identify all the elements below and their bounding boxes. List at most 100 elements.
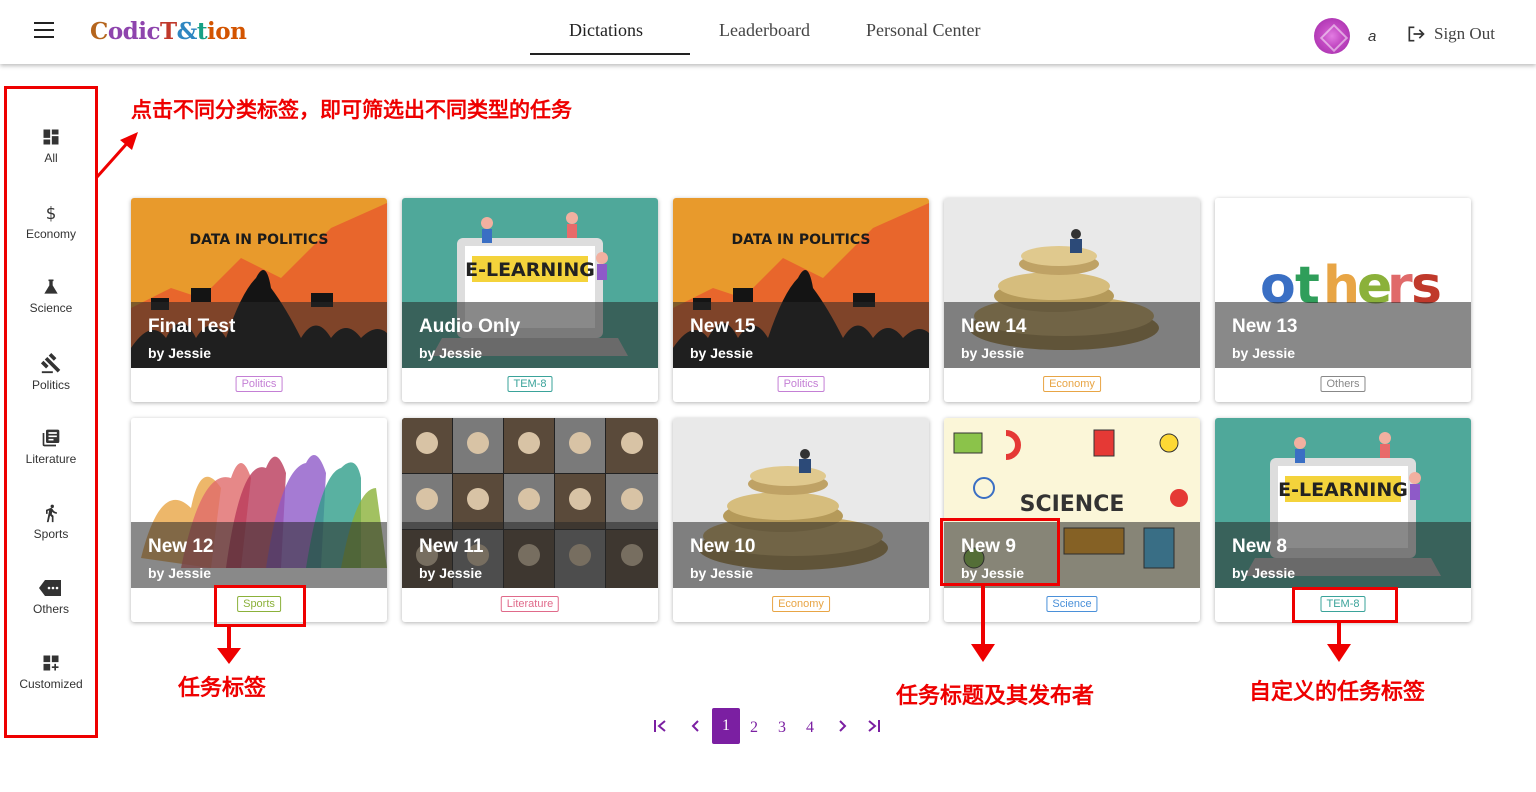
annotation-task-tag: 任务标签: [178, 676, 267, 701]
dashboard-add-icon: [43, 655, 59, 671]
card-tag[interactable]: Others: [1320, 376, 1366, 392]
sidebar-item-literature[interactable]: Literature: [7, 428, 95, 466]
sidebar-item-science[interactable]: Science: [7, 277, 95, 315]
annotation-box-title: [940, 518, 1060, 586]
card-author: by Jessie: [1232, 565, 1296, 581]
flask-icon: [44, 279, 58, 294]
annotation-arrow-down: [971, 586, 995, 662]
sidebar-item-sports[interactable]: Sports: [7, 503, 95, 541]
sidebar-item-economy[interactable]: $ Economy: [7, 203, 95, 241]
dashboard-icon: [43, 129, 59, 145]
sidebar-item-all[interactable]: All: [7, 127, 95, 165]
card-author: by Jessie: [419, 345, 483, 361]
logo-part: &: [176, 18, 198, 45]
app-logo[interactable]: CodicT&tion: [90, 18, 247, 45]
sign-out-label: Sign Out: [1434, 24, 1495, 43]
tab-dictations[interactable]: Dictations: [569, 20, 643, 41]
sidebar-item-label: Sports: [33, 527, 69, 541]
logo-part: ion: [207, 18, 247, 45]
sign-out-button[interactable]: Sign Out: [1406, 24, 1495, 44]
svg-text:DATA IN POLITICS: DATA IN POLITICS: [731, 232, 870, 248]
dictation-card[interactable]: New 10 by Jessie Economy: [673, 418, 929, 622]
annotation-custom-tag: 自定义的任务标签: [1249, 680, 1426, 705]
annotation-arrow-down: [217, 626, 241, 664]
card-title: Final Test: [148, 316, 236, 337]
card-tag[interactable]: Economy: [1043, 376, 1101, 392]
page-2-button[interactable]: 2: [746, 710, 762, 746]
svg-text:DATA IN POLITICS: DATA IN POLITICS: [189, 232, 328, 248]
annotation-filter-hint: 点击不同分类标签，即可筛选出不同类型的任务: [131, 98, 572, 122]
active-tab-indicator: [530, 53, 690, 55]
sidebar-item-label: Customized: [19, 677, 83, 691]
tab-personal-center[interactable]: Personal Center: [866, 20, 980, 41]
sidebar-item-customized[interactable]: Customized: [7, 653, 95, 691]
chevron-right-icon[interactable]: [834, 718, 850, 734]
page-1-button[interactable]: 1: [712, 708, 740, 744]
run-icon: [46, 504, 57, 523]
card-title: New 8: [1232, 536, 1287, 557]
card-author: by Jessie: [690, 345, 754, 361]
logo-part: T: [159, 18, 177, 45]
chevron-left-icon[interactable]: [688, 718, 704, 734]
sidebar-item-label: Politics: [31, 378, 70, 392]
card-title: New 11: [419, 536, 484, 557]
dictation-card[interactable]: o t h e r s New 13 by Jessie Others: [1215, 198, 1471, 402]
menu-icon[interactable]: [34, 22, 54, 38]
first-page-icon[interactable]: [652, 718, 668, 734]
card-tag[interactable]: Politics: [777, 376, 825, 392]
card-author: by Jessie: [1232, 345, 1296, 361]
svg-text:SCIENCE: SCIENCE: [1020, 492, 1125, 517]
annotation-arrow-up: [95, 132, 138, 178]
top-app-bar: CodicT&tion Dictations Leaderboard Perso…: [0, 0, 1536, 64]
card-title: New 13: [1232, 316, 1298, 337]
gavel-icon: [40, 353, 61, 374]
page-4-button[interactable]: 4: [802, 710, 818, 746]
card-title: New 12: [148, 536, 214, 557]
logo-part: C: [90, 18, 108, 45]
dictation-card[interactable]: New 11 by Jessie Literature: [402, 418, 658, 622]
sidebar-item-politics[interactable]: Politics: [7, 352, 95, 392]
sidebar-item-label: Economy: [25, 227, 77, 241]
svg-text:$: $: [46, 204, 57, 223]
sidebar-item-label: Science: [29, 301, 73, 315]
card-author: by Jessie: [690, 565, 754, 581]
card-tag[interactable]: Science: [1046, 596, 1098, 612]
card-tag[interactable]: Politics: [235, 376, 283, 392]
avatar[interactable]: [1314, 18, 1350, 54]
sidebar-item-others[interactable]: Others: [7, 578, 95, 616]
logo-part: odic: [107, 18, 161, 45]
card-author: by Jessie: [148, 565, 212, 581]
card-title: New 15: [690, 316, 756, 337]
dictation-card[interactable]: DATA IN POLITICS Final Test by Jessie Po…: [131, 198, 387, 402]
logo-part: t: [196, 18, 208, 45]
annotation-title-publisher: 任务标题及其发布者: [896, 684, 1095, 709]
category-sidebar: All $ Economy Science Politics Literatur…: [4, 86, 98, 738]
label-icon: [39, 580, 61, 596]
username: a: [1368, 28, 1377, 45]
dictation-card[interactable]: E-LEARNING Audio Only by Jessie TEM-8: [402, 198, 658, 402]
dictation-card[interactable]: New 14 by Jessie Economy: [944, 198, 1200, 402]
card-title: Audio Only: [419, 316, 521, 337]
dollar-icon: $: [46, 204, 57, 223]
tab-leaderboard[interactable]: Leaderboard: [719, 20, 810, 41]
last-page-icon[interactable]: [866, 718, 882, 734]
card-tag[interactable]: Economy: [772, 596, 830, 612]
card-title: New 14: [961, 316, 1027, 337]
card-title: New 10: [690, 536, 756, 557]
svg-text:E-LEARNING: E-LEARNING: [1278, 479, 1408, 501]
sidebar-item-label: All: [44, 151, 58, 165]
card-author: by Jessie: [961, 345, 1025, 361]
dictation-card[interactable]: DATA IN POLITICS New 15 by Jessie Politi…: [673, 198, 929, 402]
logout-icon: [1408, 26, 1425, 42]
card-author: by Jessie: [148, 345, 212, 361]
library-books-icon: [42, 429, 60, 447]
svg-text:E-LEARNING: E-LEARNING: [465, 259, 595, 281]
page-3-button[interactable]: 3: [774, 710, 790, 746]
annotation-box-custom-tag: [1292, 587, 1398, 623]
sidebar-item-label: Others: [32, 602, 69, 616]
card-tag[interactable]: TEM-8: [507, 376, 553, 392]
annotation-arrow-down: [1327, 622, 1351, 662]
annotation-box-task-tag: [214, 585, 306, 627]
card-author: by Jessie: [419, 565, 483, 581]
card-tag[interactable]: Literature: [500, 596, 560, 612]
